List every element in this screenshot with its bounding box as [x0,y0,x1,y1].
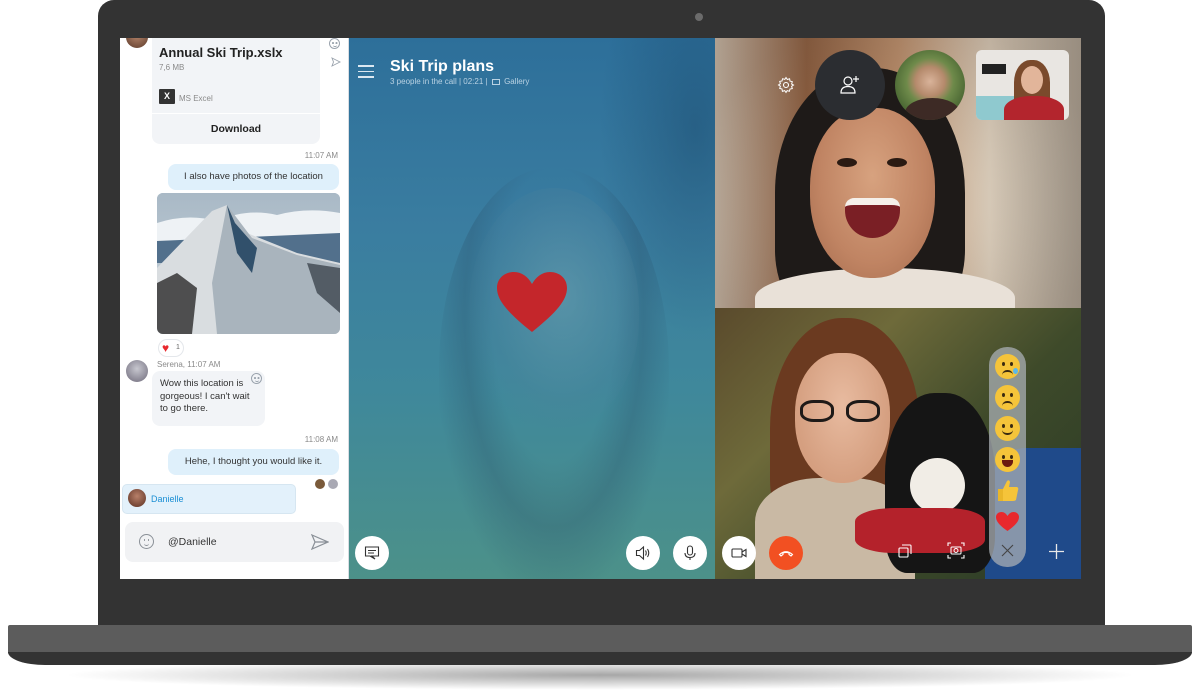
call-duration: 02:21 [463,77,484,86]
microphone-button[interactable] [673,536,707,570]
chat-toggle-button[interactable] [355,536,389,570]
file-name: Annual Ski Trip.xslx [159,45,283,60]
participant-video [800,400,885,422]
shared-photo[interactable] [157,193,340,334]
crying-face-icon[interactable] [995,385,1020,410]
close-icon[interactable] [1001,544,1014,557]
file-attachment-card[interactable]: Annual Ski Trip.xslx 7,6 MB X MS Excel D… [152,38,320,144]
menu-icon[interactable] [358,65,374,78]
add-participant-button[interactable] [815,50,885,120]
heart-icon[interactable] [996,512,1019,532]
participant-video [1021,66,1043,94]
call-subtitle: 3 people in the call | 02:21 | Gallery [390,77,530,86]
heart-reaction-icon [497,272,567,332]
self-view-thumbnail[interactable] [976,50,1069,120]
gallery-icon [491,79,500,85]
microphone-icon [684,545,696,560]
mention-suggestion[interactable]: Danielle [122,484,296,514]
add-person-icon [840,76,859,94]
message-timestamp: 11:08 AM [304,435,338,444]
message-timestamp: 11:07 AM [304,151,338,160]
avatar [328,479,338,489]
webcam [695,13,703,21]
reaction-count: 1 [176,344,180,351]
participant-video [910,458,965,513]
skype-window: Annual Ski Trip.xslx 7,6 MB X MS Excel D… [120,38,1081,579]
download-button[interactable]: Download [152,114,320,144]
chat-icon [364,546,380,560]
thumbs-up-icon[interactable] [996,478,1020,503]
participant-video [905,98,960,120]
excel-icon: X [159,89,175,104]
message-input[interactable] [168,533,308,551]
sender-timestamp: Serena, 11:07 AM [157,360,221,369]
settings-icon[interactable] [777,76,795,94]
speaker-button[interactable] [626,536,660,570]
read-receipts [315,479,343,489]
file-size: 7,6 MB [159,63,185,72]
emoji-icon[interactable] [139,534,154,549]
avatar [126,38,148,48]
message-composer [125,522,344,562]
avatar-serena[interactable] [126,360,148,382]
hang-up-icon [778,551,794,557]
avatar-danielle [128,489,146,507]
video-tile-main: Ski Trip plans 3 people in the call | 02… [349,38,715,579]
smiling-face-icon[interactable] [995,416,1020,441]
video-tile-participant [715,308,1081,579]
switch-camera-icon[interactable] [898,544,912,558]
snapshot-icon[interactable] [947,542,965,559]
video-tile-participant [715,38,1081,308]
participant-thumbnail[interactable] [895,50,965,120]
participant-video [887,158,907,167]
worried-face-icon[interactable] [995,354,1020,379]
participant-video [855,508,985,553]
call-title: Ski Trip plans [390,58,495,75]
participant-video [1004,96,1064,120]
video-button[interactable] [722,536,756,570]
chat-panel: Annual Ski Trip.xslx 7,6 MB X MS Excel D… [120,38,349,579]
avatar [315,479,325,489]
heart-icon: ♥ [162,341,170,355]
message-bubble-incoming: Wow this location is gorgeous! I can't w… [152,371,265,426]
add-reaction-icon[interactable] [251,373,262,384]
laptop-base [8,625,1192,653]
video-camera-icon [731,548,747,558]
message-bubble-outgoing: I also have photos of the location [168,164,339,190]
add-reaction-icon[interactable] [329,38,340,49]
participant-count: 3 people in the call [390,77,457,86]
end-call-button[interactable] [769,536,803,570]
participant-video [837,158,857,167]
background [982,64,1006,74]
reaction-badge[interactable]: ♥ 1 [158,339,184,357]
file-type: MS Excel [179,94,213,103]
participant-video [810,108,935,278]
message-bubble-outgoing: Hehe, I thought you would like it. [168,449,339,475]
view-mode[interactable]: Gallery [504,77,529,86]
laughing-face-icon[interactable] [995,447,1020,472]
send-icon[interactable] [311,534,329,550]
add-icon[interactable] [1049,544,1064,559]
forward-icon[interactable] [331,57,341,67]
mention-name: Danielle [151,494,184,504]
reactions-picker [989,347,1026,567]
speaker-icon [635,545,650,561]
laptop-base-edge [8,652,1192,665]
